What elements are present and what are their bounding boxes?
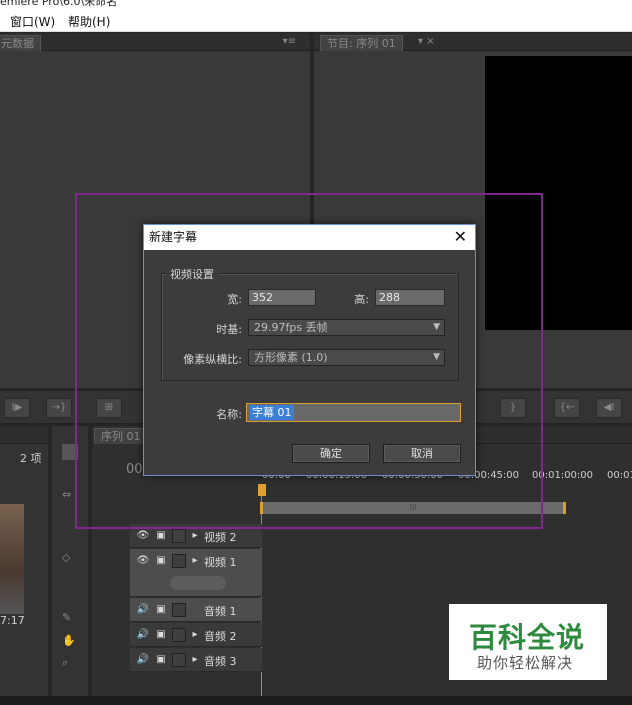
go-to-out-button[interactable]: →} [46, 398, 72, 418]
lock-toggle[interactable] [172, 603, 186, 617]
watermark-slogan: 助你轻松解决 [477, 654, 574, 672]
razor-tool-icon[interactable]: ◇ [62, 551, 70, 564]
watermark-brand: 百科全说 [469, 621, 586, 654]
step-back-button[interactable]: ◀I [596, 398, 622, 418]
hand-tool-icon[interactable]: ✋ [62, 634, 76, 647]
pixel-aspect-select[interactable]: 方形像素 (1.0) ▼ [248, 349, 445, 366]
chevron-down-icon: ▼ [433, 322, 440, 332]
name-input[interactable]: 字幕 01 [246, 403, 461, 422]
close-icon[interactable]: ✕ [454, 227, 467, 246]
new-title-dialog: 新建字幕 ✕ 视频设置 宽: 352 高: 288 时基: 29.97fps 丢… [143, 224, 476, 476]
timebase-select[interactable]: 29.97fps 丢帧 ▼ [248, 319, 445, 336]
lock-toggle[interactable] [172, 529, 186, 543]
menu-window[interactable]: 窗口(W) [10, 13, 55, 30]
filmstrip-icon[interactable]: ▣ [154, 653, 168, 667]
eye-icon[interactable]: 👁 [136, 529, 150, 543]
tab-program[interactable]: 节目: 序列 01 [320, 35, 403, 51]
tab-metadata[interactable]: 元数据 [0, 35, 41, 51]
ripple-tool-icon[interactable]: ⇔ [62, 488, 71, 501]
track-label: 音频 2 [204, 630, 237, 643]
pixel-aspect-label: 像素纵横比: [183, 353, 242, 366]
track-audio-1[interactable]: 🔊 ▣ 音频 1 [130, 598, 262, 622]
track-label: 音频 3 [204, 655, 237, 668]
name-value: 字幕 01 [250, 405, 294, 420]
go-to-in-button[interactable]: {← [554, 398, 580, 418]
items-count: 2 项 [20, 452, 42, 465]
program-menu-icon[interactable]: ▾ × [418, 36, 435, 47]
track-label: 视频 2 [204, 531, 237, 544]
clip-duration: 7:17 [0, 614, 25, 627]
group-title: 视频设置 [166, 266, 218, 282]
dialog-title: 新建字幕 [144, 225, 475, 250]
clip-thumb[interactable] [0, 504, 24, 614]
filmstrip-icon[interactable]: ▣ [154, 603, 168, 617]
track-label: 视频 1 [204, 556, 237, 569]
status-strip [0, 696, 632, 705]
track-audio-2[interactable]: 🔊 ▣ ▸ 音频 2 [130, 623, 262, 647]
lock-toggle[interactable] [172, 628, 186, 642]
zoom-tool-icon[interactable]: ⌕ [62, 656, 68, 670]
speaker-icon[interactable]: 🔊 [136, 603, 150, 617]
expand-icon[interactable]: ▸ [188, 653, 202, 667]
speaker-icon[interactable]: 🔊 [136, 628, 150, 642]
step-forward-button[interactable]: I▶ [4, 398, 30, 418]
lock-toggle[interactable] [172, 653, 186, 667]
track-audio-3[interactable]: 🔊 ▣ ▸ 音频 3 [130, 648, 262, 672]
eye-icon[interactable]: 👁 [136, 554, 150, 568]
pixel-aspect-value: 方形像素 (1.0) [254, 351, 328, 364]
watermark-logo: 百科全说 助你轻松解决 [449, 604, 607, 680]
filmstrip-icon[interactable]: ▣ [154, 529, 168, 543]
project-panel: 2 项 7:17 [0, 426, 48, 696]
window-title: emiere Pro\6.0\未命名 [0, 0, 632, 10]
filmstrip-icon[interactable]: ▣ [154, 628, 168, 642]
chevron-down-icon: ▼ [433, 352, 440, 362]
menu-help[interactable]: 帮助(H) [68, 13, 110, 30]
lock-toggle[interactable] [172, 554, 186, 568]
track-label: 音频 1 [204, 605, 237, 618]
expand-icon[interactable]: ▸ [188, 628, 202, 642]
ruler-tick: 00:01 [607, 470, 632, 481]
keyframe-nav-control[interactable] [170, 576, 226, 590]
width-field[interactable]: 352 [248, 289, 316, 306]
track-video-1[interactable]: 👁 ▣ ▸ 视频 1 [130, 549, 262, 597]
timebase-label: 时基: [216, 323, 242, 336]
speaker-icon[interactable]: 🔊 [136, 653, 150, 667]
name-label: 名称: [216, 408, 242, 421]
height-field[interactable]: 288 [375, 289, 445, 306]
pen-tool-icon[interactable]: ✎ [62, 611, 71, 624]
height-label: 高: [354, 293, 369, 306]
panel-menu-icon[interactable]: ▾≡ [283, 36, 296, 47]
expand-icon[interactable]: ▸ [188, 529, 202, 543]
timebase-value: 29.97fps 丢帧 [254, 321, 328, 334]
width-label: 宽: [227, 293, 242, 306]
filmstrip-icon[interactable]: ▣ [154, 554, 168, 568]
menu-bar: 窗口(W) 帮助(H) [0, 10, 632, 32]
ok-button[interactable]: 确定 [292, 444, 370, 463]
cancel-button[interactable]: 取消 [383, 444, 461, 463]
expand-icon[interactable]: ▸ [188, 554, 202, 568]
